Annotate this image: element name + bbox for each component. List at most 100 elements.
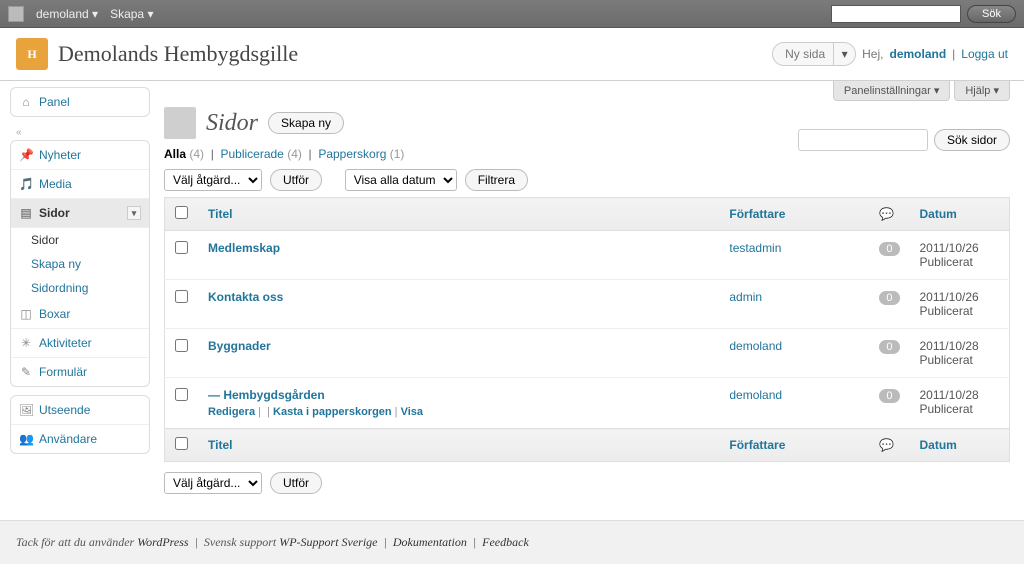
filter-alla[interactable]: Alla [164, 147, 186, 161]
menu-aktiviteter[interactable]: ✳Aktiviteter [11, 329, 149, 358]
row-checkbox[interactable] [175, 241, 188, 254]
page-search-input[interactable] [798, 129, 928, 151]
comments-icon[interactable]: 💬 [879, 438, 894, 452]
col-date[interactable]: Datum [910, 198, 1010, 231]
adminbar-search-button[interactable]: Sök [967, 5, 1016, 23]
menu-panel[interactable]: ⌂Panel [11, 88, 149, 116]
select-all-checkbox-bottom[interactable] [175, 437, 188, 450]
screen-options-tab[interactable]: Panelinställningar ▾ [833, 81, 950, 101]
box-icon: ◫ [19, 307, 33, 321]
admin-sidebar: ⌂Panel « 📌Nyheter 🎵Media ▤Sidor▾ Sidor S… [0, 81, 150, 520]
chevron-down-icon[interactable]: ▾ [127, 206, 141, 220]
row-date: 2011/10/28 [920, 388, 979, 402]
bulk-action-select[interactable]: Välj åtgärd... [164, 169, 262, 191]
help-tab[interactable]: Hjälp ▾ [954, 81, 1010, 101]
comment-count-badge[interactable]: 0 [879, 340, 899, 354]
menu-boxar[interactable]: ◫Boxar [11, 300, 149, 329]
page-title: Sidor [206, 110, 258, 137]
action-visa[interactable]: Visa [401, 406, 423, 418]
pages-table: Titel Författare 💬 Datum Medlemskap test… [164, 197, 1010, 462]
user-menu[interactable]: demoland ▾ [36, 7, 98, 21]
row-author-link[interactable]: testadmin [729, 241, 781, 255]
action-redigera[interactable]: Redigera [208, 406, 255, 418]
action-trash[interactable]: Kasta i papperskorgen [273, 406, 392, 418]
footer-wordpress-link[interactable]: WordPress [137, 535, 188, 549]
appearance-icon: 🖼 [19, 403, 33, 417]
skapa-menu[interactable]: Skapa ▾ [110, 7, 153, 21]
row-author-link[interactable]: admin [729, 290, 762, 304]
menu-sidor[interactable]: ▤Sidor▾ [11, 199, 149, 228]
menu-nyheter[interactable]: 📌Nyheter [11, 141, 149, 170]
comment-count-badge[interactable]: 0 [879, 291, 899, 305]
adminbar-search-input[interactable] [831, 5, 961, 23]
form-icon: ✎ [19, 365, 33, 379]
date-filter-select[interactable]: Visa alla datum [345, 169, 457, 191]
col-title-bottom[interactable]: Titel [198, 429, 719, 462]
select-all-checkbox[interactable] [175, 206, 188, 219]
greeting-text: Hej, [862, 47, 883, 61]
row-title-link[interactable]: Kontakta oss [208, 290, 283, 304]
activity-icon: ✳ [19, 336, 33, 350]
table-row: Kontakta oss admin 0 2011/10/26Publicera… [165, 280, 1010, 329]
col-date-bottom[interactable]: Datum [910, 429, 1010, 462]
table-row: Medlemskap testadmin 0 2011/10/26Publice… [165, 231, 1010, 280]
footer-feedback-link[interactable]: Feedback [482, 535, 529, 549]
row-checkbox[interactable] [175, 339, 188, 352]
filter-publicerade[interactable]: Publicerade [220, 147, 283, 161]
pages-heading-icon [164, 107, 196, 139]
users-icon: 👥 [19, 432, 33, 446]
row-author-link[interactable]: demoland [729, 388, 782, 402]
collapse-icon[interactable]: « [10, 125, 150, 140]
row-status: Publicerat [920, 402, 973, 416]
page-search-button[interactable]: Sök sidor [934, 129, 1010, 151]
footer-dok-link[interactable]: Dokumentation [393, 535, 467, 549]
row-status: Publicerat [920, 255, 973, 269]
avatar-icon[interactable] [8, 6, 24, 22]
row-checkbox[interactable] [175, 290, 188, 303]
new-page-dropdown[interactable]: Ny sida ▾ [772, 42, 856, 66]
profile-link[interactable]: demoland [889, 47, 946, 61]
bulk-apply-button[interactable]: Utför [270, 169, 322, 191]
menu-anvandare[interactable]: 👥Användare [11, 425, 149, 453]
filter-button[interactable]: Filtrera [465, 169, 528, 191]
pin-icon: 📌 [19, 148, 33, 162]
media-icon: 🎵 [19, 177, 33, 191]
logout-link[interactable]: Logga ut [961, 47, 1008, 61]
submenu-sidor[interactable]: Sidor [11, 228, 149, 252]
site-title: Demolands Hembygdsgille [58, 41, 298, 67]
row-status: Publicerat [920, 304, 973, 318]
row-date: 2011/10/26 [920, 241, 979, 255]
comment-count-badge[interactable]: 0 [879, 389, 899, 403]
row-title-link[interactable]: Medlemskap [208, 241, 280, 255]
page-icon: ▤ [19, 206, 33, 220]
skapa-ny-button[interactable]: Skapa ny [268, 112, 344, 134]
chevron-down-icon[interactable]: ▾ [833, 43, 855, 65]
main-content: Panelinställningar ▾ Hjälp ▾ Sidor Skapa… [150, 81, 1024, 520]
menu-media[interactable]: 🎵Media [11, 170, 149, 199]
row-date: 2011/10/26 [920, 290, 979, 304]
site-header: H Demolands Hembygdsgille Ny sida ▾ Hej,… [0, 28, 1024, 81]
row-checkbox[interactable] [175, 388, 188, 401]
footer-wps-link[interactable]: WP-Support Sverige [279, 535, 377, 549]
dashboard-icon: ⌂ [19, 95, 33, 109]
row-date: 2011/10/28 [920, 339, 979, 353]
row-author-link[interactable]: demoland [729, 339, 782, 353]
footer: Tack för att du använder WordPress | Sve… [0, 520, 1024, 564]
row-actions: Redigera | | Kasta i papperskorgen | Vis… [208, 406, 709, 418]
col-author[interactable]: Författare [719, 198, 869, 231]
row-title-link[interactable]: — Hembygdsgården [208, 388, 325, 402]
bulk-action-select-bottom[interactable]: Välj åtgärd... [164, 472, 262, 494]
col-author-bottom[interactable]: Författare [719, 429, 869, 462]
col-title[interactable]: Titel [198, 198, 719, 231]
menu-utseende[interactable]: 🖼Utseende [11, 396, 149, 425]
table-row: Byggnader demoland 0 2011/10/28Publicera… [165, 329, 1010, 378]
comments-icon[interactable]: 💬 [879, 207, 894, 221]
bulk-apply-button-bottom[interactable]: Utför [270, 472, 322, 494]
menu-formular[interactable]: ✎Formulär [11, 358, 149, 386]
row-title-link[interactable]: Byggnader [208, 339, 271, 353]
submenu-skapa-ny[interactable]: Skapa ny [11, 252, 149, 276]
admin-bar: demoland ▾ Skapa ▾ Sök [0, 0, 1024, 28]
filter-papperskorg[interactable]: Papperskorg [318, 147, 386, 161]
comment-count-badge[interactable]: 0 [879, 242, 899, 256]
submenu-sidordning[interactable]: Sidordning [11, 276, 149, 300]
